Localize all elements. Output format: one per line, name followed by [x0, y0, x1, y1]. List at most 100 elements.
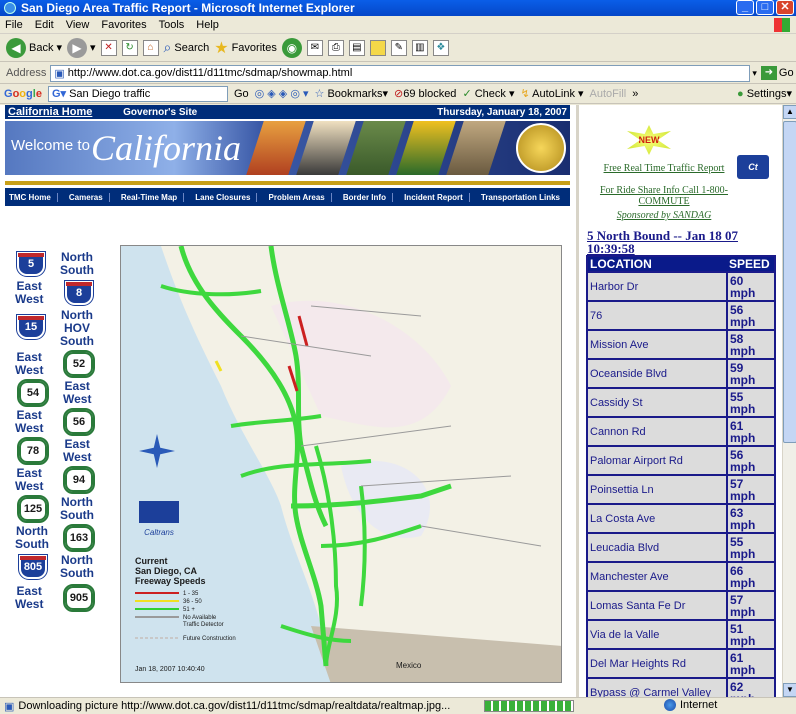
scroll-up-icon[interactable]: ▲: [783, 105, 796, 119]
more-chevron-icon[interactable]: »: [632, 88, 638, 100]
google-tool-icons[interactable]: ◎ ◈ ◈ ◎ ▾: [255, 87, 309, 100]
media-icon[interactable]: ◉: [281, 37, 302, 58]
i805-shield-icon[interactable]: 805: [18, 554, 48, 580]
route-15[interactable]: 15 North HOV South: [5, 307, 115, 349]
spell-check-button[interactable]: ✓ Check ▾: [462, 87, 514, 100]
stop-icon[interactable]: ✕: [100, 39, 117, 56]
menu-view[interactable]: View: [66, 19, 90, 31]
route-905[interactable]: East West 905: [5, 581, 115, 612]
route-805-directions[interactable]: North South: [60, 554, 94, 580]
route-54[interactable]: 54 East West: [5, 378, 115, 407]
vertical-scrollbar[interactable]: ▲ ▼: [782, 105, 796, 697]
route-56-directions[interactable]: East West: [15, 409, 43, 435]
route-805[interactable]: 805 North South: [5, 552, 115, 581]
nav-lane-closures[interactable]: Lane Closures: [195, 192, 258, 202]
nav-problem-areas[interactable]: Problem Areas: [269, 192, 332, 202]
route-56[interactable]: East West 56: [5, 407, 115, 436]
route-8[interactable]: East West 8: [5, 278, 115, 307]
messenger-icon[interactable]: ✎: [390, 39, 407, 56]
banner-date: Thursday, January 18, 2007: [437, 106, 567, 118]
settings-button[interactable]: ● Settings▾: [737, 87, 792, 100]
route-8-directions[interactable]: East West: [15, 280, 43, 306]
route-52-directions[interactable]: East West: [15, 351, 43, 377]
menu-edit[interactable]: Edit: [35, 19, 54, 31]
route-52[interactable]: East West 52: [5, 349, 115, 378]
home-icon[interactable]: ⌂: [142, 39, 159, 56]
route-94-directions[interactable]: East West: [15, 467, 43, 493]
route-163-directions[interactable]: North South: [15, 525, 49, 551]
menu-help[interactable]: Help: [196, 19, 219, 31]
address-input[interactable]: ▣ http://www.dot.ca.gov/dist11/d11tmc/sd…: [50, 64, 751, 82]
research-icon[interactable]: ▥: [411, 39, 428, 56]
autofill-button[interactable]: AutoFill: [590, 88, 627, 100]
sr125-shield-icon[interactable]: 125: [17, 495, 49, 523]
address-label: Address: [6, 67, 47, 79]
nav-cameras[interactable]: Cameras: [69, 192, 110, 202]
forward-button[interactable]: ▶ ▾: [67, 37, 96, 58]
sr94-shield-icon[interactable]: 94: [63, 466, 95, 494]
legend-title-line2: San Diego, CA: [135, 566, 198, 576]
scroll-down-icon[interactable]: ▼: [783, 683, 796, 697]
i5-shield-icon[interactable]: 5: [16, 251, 46, 277]
maximize-button[interactable]: □: [756, 0, 774, 15]
i8-shield-icon[interactable]: 8: [64, 280, 94, 306]
nav-border-info[interactable]: Border Info: [343, 192, 393, 202]
table-row: Via de la Valle 51 mph: [586, 619, 776, 650]
sr52-shield-icon[interactable]: 52: [63, 350, 95, 378]
route-905-directions[interactable]: East West: [15, 585, 43, 611]
sr78-shield-icon[interactable]: 78: [17, 437, 49, 465]
discuss-icon[interactable]: ❖: [432, 39, 449, 56]
print-icon[interactable]: ⎙: [327, 39, 344, 56]
menu-tools[interactable]: Tools: [159, 19, 185, 31]
route-94[interactable]: East West 94: [5, 465, 115, 494]
route-125[interactable]: 125 North South: [5, 494, 115, 523]
edit-icon[interactable]: ▤: [348, 39, 365, 56]
speed-table-heading: 5 North Bound -- Jan 18 07 10:39:58: [587, 228, 738, 256]
speed-cell: 56 mph: [726, 300, 776, 331]
favorites-button[interactable]: ★ Favorites: [214, 38, 277, 58]
mail-icon[interactable]: ✉: [306, 39, 323, 56]
popup-blocker[interactable]: ⊘69 blocked: [394, 87, 456, 100]
route-5-directions[interactable]: North South: [60, 251, 94, 277]
traffic-map[interactable]: Caltrans Current San Diego, CA Freeway S…: [120, 245, 562, 683]
location-cell: Bypass @ Carmel Valley: [586, 677, 728, 697]
google-search-input[interactable]: G▾ San Diego traffic: [47, 85, 228, 102]
route-15-directions[interactable]: North HOV South: [60, 309, 94, 348]
nav-incident-report[interactable]: Incident Report: [404, 192, 470, 202]
nav-transportation-links[interactable]: Transportation Links: [481, 193, 566, 202]
menu-file[interactable]: File: [5, 19, 23, 31]
refresh-icon[interactable]: ↻: [121, 39, 138, 56]
speed-unit: mph: [730, 430, 756, 445]
folder-icon[interactable]: [369, 39, 386, 56]
search-button[interactable]: ⌕ Search: [164, 39, 210, 56]
route-125-directions[interactable]: North South: [60, 496, 94, 522]
i15-shield-icon[interactable]: 15: [16, 314, 46, 340]
governor-link[interactable]: Governor's Site: [123, 107, 197, 118]
california-home-link[interactable]: California Home: [8, 106, 92, 118]
route-163[interactable]: North South 163: [5, 523, 115, 552]
scroll-thumb[interactable]: [783, 121, 796, 443]
sr163-shield-icon[interactable]: 163: [63, 524, 95, 552]
google-go-button[interactable]: Go: [234, 88, 249, 100]
speed-value: 62: [730, 679, 744, 694]
sr54-shield-icon[interactable]: 54: [17, 379, 49, 407]
autolink-button[interactable]: ↯ AutoLink ▾: [520, 87, 583, 100]
close-button[interactable]: ✕: [776, 0, 794, 15]
speed-unit: mph: [730, 459, 756, 474]
sr56-shield-icon[interactable]: 56: [63, 408, 95, 436]
free-report-link[interactable]: Free Real Time Traffic Report: [589, 163, 739, 174]
route-78[interactable]: 78 East West: [5, 436, 115, 465]
back-button[interactable]: ◀ Back ▾: [6, 37, 62, 58]
sr905-shield-icon[interactable]: 905: [63, 584, 95, 612]
route-5[interactable]: 5 North South: [5, 249, 115, 278]
nav-tmc-home[interactable]: TMC Home: [9, 192, 58, 202]
minimize-button[interactable]: _: [736, 0, 754, 15]
bookmarks-button[interactable]: ☆ Bookmarks▾: [315, 87, 388, 100]
route-54-directions[interactable]: East West: [63, 380, 91, 406]
nav-real-time-map[interactable]: Real-Time Map: [121, 192, 185, 202]
route-78-directions[interactable]: East West: [63, 438, 91, 464]
go-button[interactable]: ➜ Go: [760, 66, 794, 80]
rideshare-link[interactable]: For Ride Share Info Call 1-800-COMMUTE: [589, 185, 739, 207]
menu-favorites[interactable]: Favorites: [101, 19, 146, 31]
address-dropdown-icon[interactable]: ▾: [752, 68, 757, 79]
